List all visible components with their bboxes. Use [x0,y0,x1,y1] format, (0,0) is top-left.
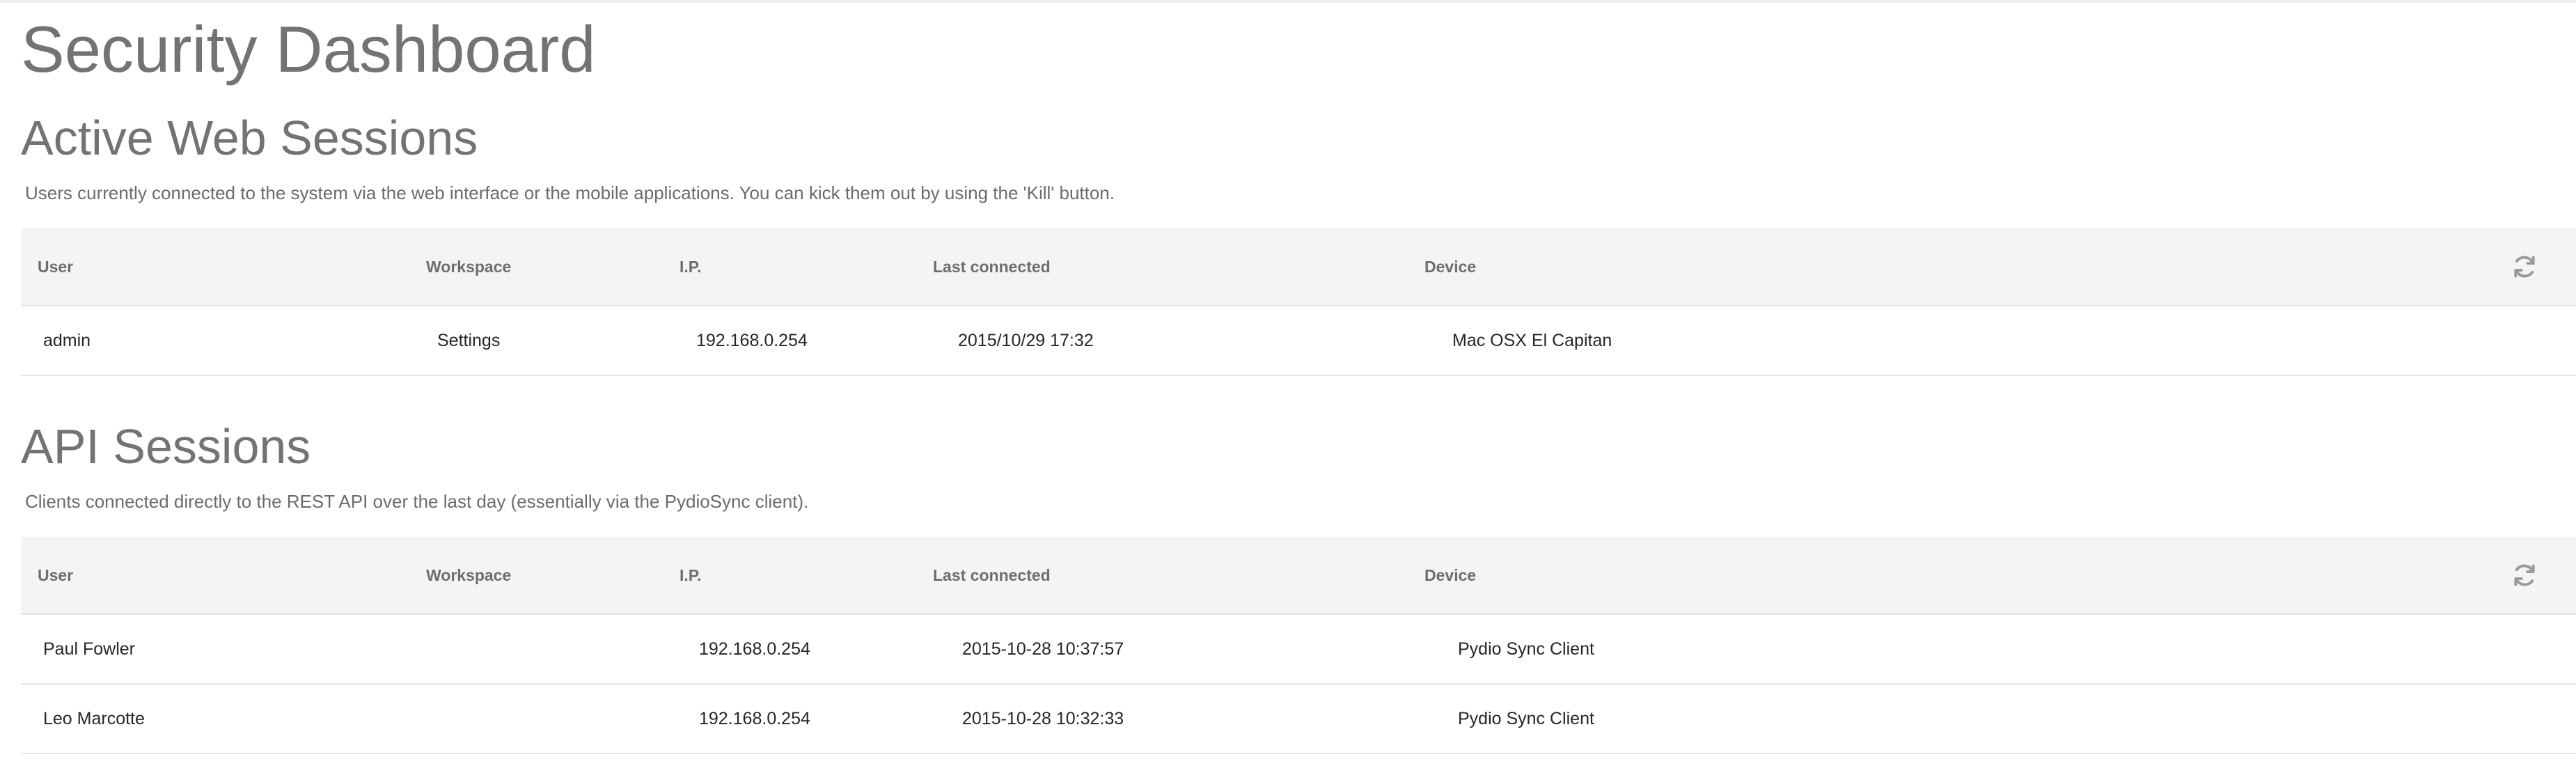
column-header-device: Device [1408,537,2511,615]
page-title: Security Dashboard [21,13,596,86]
refresh-cell [2511,537,2576,615]
section-description-web-sessions: Users currently connected to the system … [25,182,1115,203]
cell-last-connected: 2015-10-28 10:37:57 [916,614,1408,685]
cell-ip: 192.168.0.254 [663,684,916,754]
cell-workspace: Settings [409,306,663,376]
column-header-user: User [21,228,409,306]
refresh-icon[interactable] [2511,253,2538,281]
active-web-sessions-section: Active Web Sessions Users currently conn… [21,110,2576,376]
cell-workspace [409,684,663,754]
action-cell [2511,614,2576,685]
kill-cell [2511,306,2576,376]
cell-user: admin [21,306,409,376]
api-sessions-table: User Workspace I.P. Last connected Devic… [21,537,2576,754]
table-header-row: User Workspace I.P. Last connected Devic… [21,228,2576,306]
table-row: admin Settings 192.168.0.254 2015/10/29 … [21,306,2576,376]
cell-device: Pydio Sync Client [1408,614,2511,685]
cell-user: Leo Marcotte [21,684,409,754]
cell-last-connected: 2015-10-28 10:32:33 [916,684,1408,754]
cell-user: Paul Fowler [21,614,409,685]
column-header-workspace: Workspace [409,537,663,615]
column-header-ip: I.P. [663,228,916,306]
cell-last-connected: 2015/10/29 17:32 [916,306,1408,376]
cell-device: Mac OSX El Capitan [1408,306,2511,376]
api-sessions-section: API Sessions Clients connected directly … [21,419,2576,754]
cell-ip: 192.168.0.254 [663,614,916,685]
section-title-api-sessions: API Sessions [21,419,311,474]
column-header-workspace: Workspace [409,228,663,306]
refresh-icon[interactable] [2511,561,2538,589]
cell-workspace [409,614,663,685]
web-sessions-table: User Workspace I.P. Last connected Devic… [21,228,2576,376]
table-header-row: User Workspace I.P. Last connected Devic… [21,537,2576,615]
action-cell [2511,684,2576,754]
column-header-last-connected: Last connected [916,228,1408,306]
column-header-ip: I.P. [663,537,916,615]
table-row: Leo Marcotte 192.168.0.254 2015-10-28 10… [21,684,2576,754]
section-description-api-sessions: Clients connected directly to the REST A… [25,491,809,512]
column-header-user: User [21,537,409,615]
column-header-last-connected: Last connected [916,537,1408,615]
section-title-web-sessions: Active Web Sessions [21,111,478,165]
table-row: Paul Fowler 192.168.0.254 2015-10-28 10:… [21,614,2576,685]
cell-device: Pydio Sync Client [1408,684,2511,754]
column-header-device: Device [1408,228,2511,306]
cell-ip: 192.168.0.254 [663,306,916,376]
refresh-cell [2511,228,2576,306]
security-dashboard: Security Dashboard Active Web Sessions U… [21,0,2576,754]
